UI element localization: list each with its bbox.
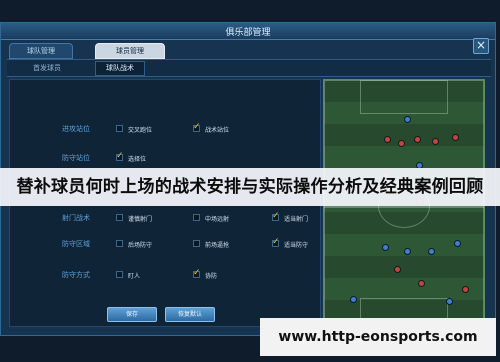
player-marker[interactable]: [394, 266, 401, 273]
player-marker[interactable]: [382, 244, 389, 251]
player-marker[interactable]: [432, 138, 439, 145]
option-appropriate-shot: 适当射门: [284, 216, 309, 223]
player-marker[interactable]: [414, 136, 421, 143]
player-marker[interactable]: [404, 248, 411, 255]
player-marker[interactable]: [446, 298, 453, 305]
checkmark-icon: ✓: [116, 151, 124, 161]
tactic-label-defense-position: 防守站位: [62, 154, 90, 162]
player-marker[interactable]: [428, 248, 435, 255]
player-marker[interactable]: [398, 140, 405, 147]
player-marker[interactable]: [350, 296, 357, 303]
option-long-shot: 中场远射: [205, 216, 230, 223]
player-marker[interactable]: [452, 134, 459, 141]
checkbox-man-marking[interactable]: [116, 271, 123, 278]
checkbox-cross-run[interactable]: [116, 125, 123, 132]
subtab-team-tactics[interactable]: 球队战术: [95, 61, 145, 76]
article-title-banner: 替补球员何时上场的战术安排与实际操作分析及经典案例回顾: [0, 168, 500, 206]
option-careful-shot: 谨慎射门: [128, 216, 153, 223]
top-penalty-box: [360, 80, 448, 114]
subtab-bar: 首发球员 球队战术: [7, 59, 491, 77]
tactic-label-defense-area: 防守区域: [62, 240, 90, 248]
player-marker[interactable]: [384, 136, 391, 143]
save-button[interactable]: 保存: [107, 307, 157, 322]
option-help-defense: 协防: [205, 273, 218, 280]
tactic-label-shooting: 射门战术: [62, 214, 90, 222]
checkbox-long-shot[interactable]: [193, 214, 200, 221]
option-tactical-position: 战术站位: [205, 127, 230, 134]
tactic-label-defense-mode: 防守方式: [62, 271, 90, 279]
player-marker[interactable]: [454, 240, 461, 247]
checkbox-back-defense[interactable]: [116, 240, 123, 247]
player-marker[interactable]: [404, 116, 411, 123]
tactics-pitch: [323, 79, 485, 333]
window-title: 俱乐部管理: [225, 28, 271, 38]
tab-team-management[interactable]: 球队管理: [9, 43, 73, 59]
option-select-position: 选择位: [128, 156, 147, 163]
checkbox-high-press[interactable]: [193, 240, 200, 247]
checkmark-icon: ✓: [272, 211, 280, 221]
tactic-label-attack-position: 进攻站位: [62, 125, 90, 133]
option-cross-run: 交叉跑位: [128, 127, 153, 134]
close-icon[interactable]: ×: [473, 38, 489, 54]
option-back-defense: 后场防守: [128, 242, 153, 249]
checkmark-icon: ✓: [193, 268, 201, 278]
checkbox-careful-shot[interactable]: [116, 214, 123, 221]
player-marker[interactable]: [462, 286, 469, 293]
option-man-marking: 盯人: [128, 273, 141, 280]
tab-player-management[interactable]: 球员管理: [95, 43, 165, 59]
checkmark-icon: ✓: [272, 237, 280, 247]
option-appropriate-defense: 适当防守: [284, 242, 309, 249]
restore-default-button[interactable]: 恢复默认: [165, 307, 215, 322]
option-high-press: 前场逼抢: [205, 242, 230, 249]
titlebar: 俱乐部管理: [1, 23, 495, 40]
player-marker[interactable]: [418, 280, 425, 287]
checkmark-icon: ✓: [193, 122, 201, 132]
website-watermark: www.http-eonsports.com: [260, 318, 496, 356]
subtab-starting-players[interactable]: 首发球员: [33, 63, 61, 73]
